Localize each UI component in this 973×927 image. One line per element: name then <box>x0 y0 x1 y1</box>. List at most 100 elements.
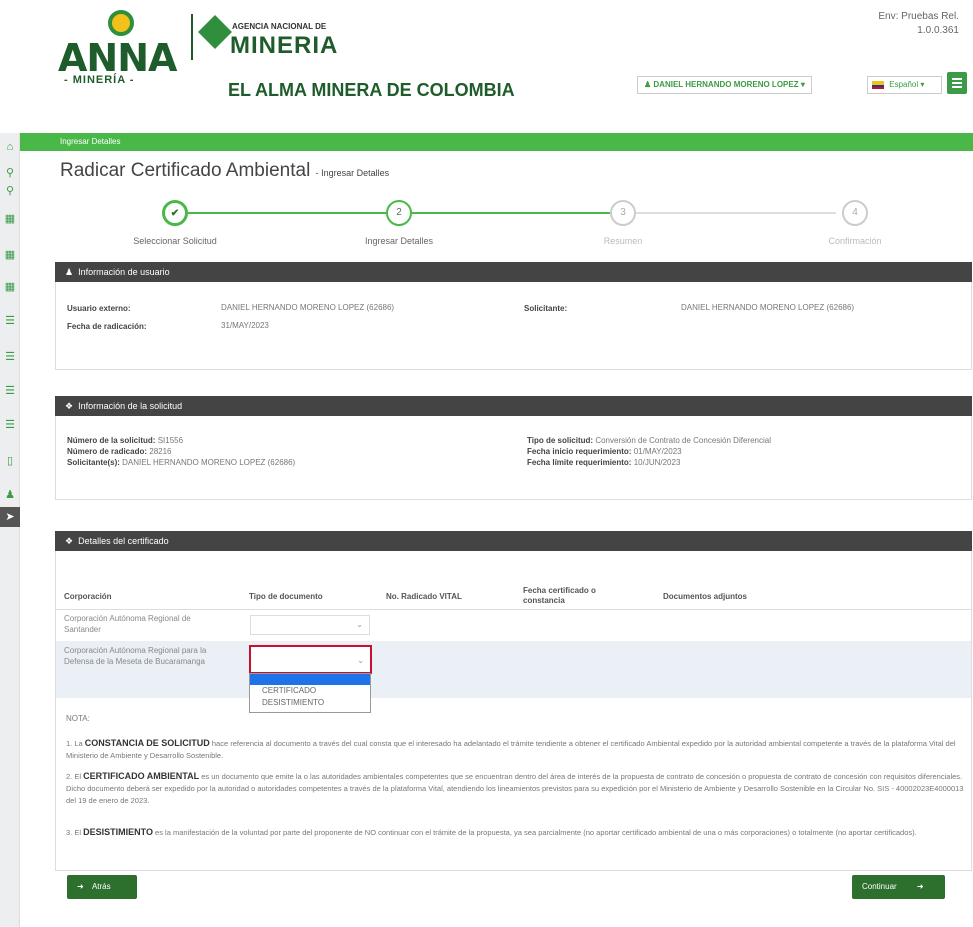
col-corporation: Corporación <box>64 592 112 601</box>
dropdown-highlight-option[interactable] <box>250 674 370 685</box>
step-3-label: Resumen <box>603 236 643 246</box>
col-document-type: Tipo de documento <box>249 592 323 601</box>
breadcrumb: Ingresar Detalles <box>60 137 121 146</box>
applicants-label: Solicitante(s): <box>67 458 120 467</box>
back-button-label: Atrás <box>91 882 111 891</box>
applicant-value: DANIEL HERNANDO MORENO LOPEZ (62686) <box>681 303 855 312</box>
chevron-down-icon: ⌄ <box>357 656 364 665</box>
list-icon[interactable]: ☰ <box>0 347 20 367</box>
option-certificado[interactable]: CERTIFICADO <box>250 685 370 697</box>
user-menu-label: DANIEL HERNANDO MORENO LOPEZ <box>653 80 799 89</box>
list-icon[interactable]: ☰ <box>0 311 20 331</box>
nota-p2-text: es un documento que emite la o las autor… <box>66 772 964 805</box>
hamburger-icon-bar <box>952 86 962 88</box>
request-info-panel: Número de la solicitud: SI1556 Número de… <box>55 416 972 500</box>
start-date: Fecha inicio requerimiento: 01/MAY/2023 <box>527 447 682 456</box>
document-type-select-open[interactable]: ⌄ <box>249 645 372 674</box>
slogan: EL ALMA MINERA DE COLOMBIA <box>228 80 515 100</box>
search-icon[interactable]: ⚲ <box>0 181 20 201</box>
page-title: Radicar Certificado Ambiental - Ingresar… <box>60 160 389 182</box>
chevron-down-icon: ⌄ <box>356 620 363 629</box>
cert-details-header: ❖ Detalles del certificado <box>55 531 972 551</box>
arrow-left-icon: ➜ <box>77 882 84 891</box>
request-number: Número de la solicitud: SI1556 <box>67 436 183 445</box>
step-1-label: Seleccionar Solicitud <box>133 236 217 246</box>
nota-p3-text: es la manifestación de la voluntad por p… <box>155 828 917 837</box>
back-button[interactable]: ➜ Atrás <box>67 875 137 899</box>
nota-paragraph-3: 3. El DESISTIMIENTO es la manifestación … <box>66 826 964 839</box>
option-desistimiento[interactable]: DESISTIMIENTO <box>250 697 370 709</box>
table-row: Corporación Autónoma Regional para la De… <box>56 642 971 698</box>
info-icon: ❖ <box>65 401 74 411</box>
nota-paragraph-2: 2. El CERTIFICADO AMBIENTAL es un docume… <box>66 770 964 807</box>
colombia-flag-icon <box>872 80 884 89</box>
deadline-value: 10/JUN/2023 <box>633 458 681 467</box>
env-line-1: Env: Pruebas Rel. <box>878 11 959 22</box>
request-type-value: Conversión de Contrato de Concesión Dife… <box>595 436 771 445</box>
table-row: Corporación Autónoma Regional de Santand… <box>56 610 971 642</box>
grid-icon[interactable]: ▦ <box>0 245 20 265</box>
arrow-right-icon: ➜ <box>916 882 924 891</box>
env-line-2: 1.0.0.361 <box>917 25 959 36</box>
stepper-line-3 <box>636 212 836 214</box>
grid-icon[interactable]: ▦ <box>0 277 20 297</box>
page-title-text: Radicar Certificado Ambiental <box>60 160 311 181</box>
list-icon[interactable]: ☰ <box>0 381 20 401</box>
stepper-line-1 <box>188 212 386 214</box>
language-label: Español <box>889 80 919 89</box>
home-icon[interactable]: ⌂ <box>0 137 20 157</box>
nota-p1-prefix: 1. La <box>66 739 83 748</box>
user-icon[interactable]: ♟ <box>0 485 20 505</box>
nota-p2-prefix: 2. El <box>66 772 82 781</box>
nota-paragraph-1: 1. La CONSTANCIA DE SOLICITUD hace refer… <box>66 737 964 762</box>
nota-p2-term: CERTIFICADO AMBIENTAL <box>83 771 200 781</box>
table-header: Corporación Tipo de documento No. Radica… <box>56 580 971 610</box>
step-1-circle: ✔ <box>162 200 188 226</box>
grid-icon[interactable]: ▦ <box>0 209 20 229</box>
applicant-label: Solicitante: <box>524 304 568 313</box>
external-user-value: DANIEL HERNANDO MORENO LOPEZ (62686) <box>221 303 395 312</box>
page-subtitle: - Ingresar Detalles <box>315 168 390 178</box>
list-icon[interactable]: ☰ <box>0 415 20 435</box>
nota-p1-term: CONSTANCIA DE SOLICITUD <box>84 738 210 748</box>
col-attachments: Documentos adjuntos <box>663 592 748 601</box>
agencia-diamond-icon <box>198 15 232 49</box>
continue-button[interactable]: Continuar ➜ <box>852 875 945 899</box>
header: ANNA - MINERÍA - AGENCIA NACIONAL DE MIN… <box>0 0 973 100</box>
start-date-label: Fecha inicio requerimiento: <box>527 447 632 456</box>
document-type-dropdown: CERTIFICADO DESISTIMIENTO <box>249 673 371 713</box>
nota-p3-term: DESISTIMIENTO <box>83 827 153 837</box>
step-4-label: Confirmación <box>828 236 882 246</box>
chevron-down-icon: ▾ <box>800 80 805 89</box>
request-number-value: SI1556 <box>157 436 184 445</box>
anna-logo: ANNA - MINERÍA - <box>58 10 188 90</box>
logout-icon[interactable]: ➤ <box>0 507 20 527</box>
request-type-label: Tipo de solicitud: <box>527 436 594 445</box>
anna-logo-subtext: - MINERÍA - <box>64 74 135 86</box>
external-user-label: Usuario externo: <box>67 304 131 313</box>
filed-number: Número de radicado: 28216 <box>67 447 172 456</box>
document-type-select[interactable]: ⌄ <box>250 615 370 635</box>
hamburger-menu-button[interactable] <box>947 72 967 94</box>
anna-emblem-icon <box>108 10 134 36</box>
step-4-circle: 4 <box>842 200 868 226</box>
inbox-icon[interactable]: ▯ <box>0 451 20 471</box>
logo-divider <box>191 14 193 60</box>
step-2-number: 2 <box>396 207 402 218</box>
language-button[interactable]: Español ▾ <box>867 76 942 94</box>
request-type: Tipo de solicitud: Conversión de Contrat… <box>527 436 771 445</box>
corporation-name: Corporación Autónoma Regional de Santand… <box>64 614 191 634</box>
step-2-label: Ingresar Detalles <box>364 236 434 246</box>
col-certificate-date: Fecha certificado o constancia <box>523 586 596 605</box>
map-marker-icon[interactable]: ⚲ <box>0 163 20 183</box>
corporation-name: Corporación Autónoma Regional para la De… <box>64 646 207 666</box>
user-menu-button[interactable]: ♟ DANIEL HERNANDO MORENO LOPEZ ▾ <box>637 76 812 94</box>
request-info-title: Información de la solicitud <box>78 401 183 411</box>
step-4-number: 4 <box>852 207 858 218</box>
filing-date-label: Fecha de radicación: <box>67 322 147 331</box>
sidebar: ⌂ ⚲ ⚲ ▦ ▦ ▦ ☰ ☰ ☰ ☰ ▯ ♟ ➤ <box>0 133 20 927</box>
stepper-line-2 <box>412 212 610 214</box>
col-vital-number: No. Radicado VITAL <box>386 592 462 601</box>
step-2-circle: 2 <box>386 200 412 226</box>
chevron-down-icon: ▾ <box>920 80 925 89</box>
